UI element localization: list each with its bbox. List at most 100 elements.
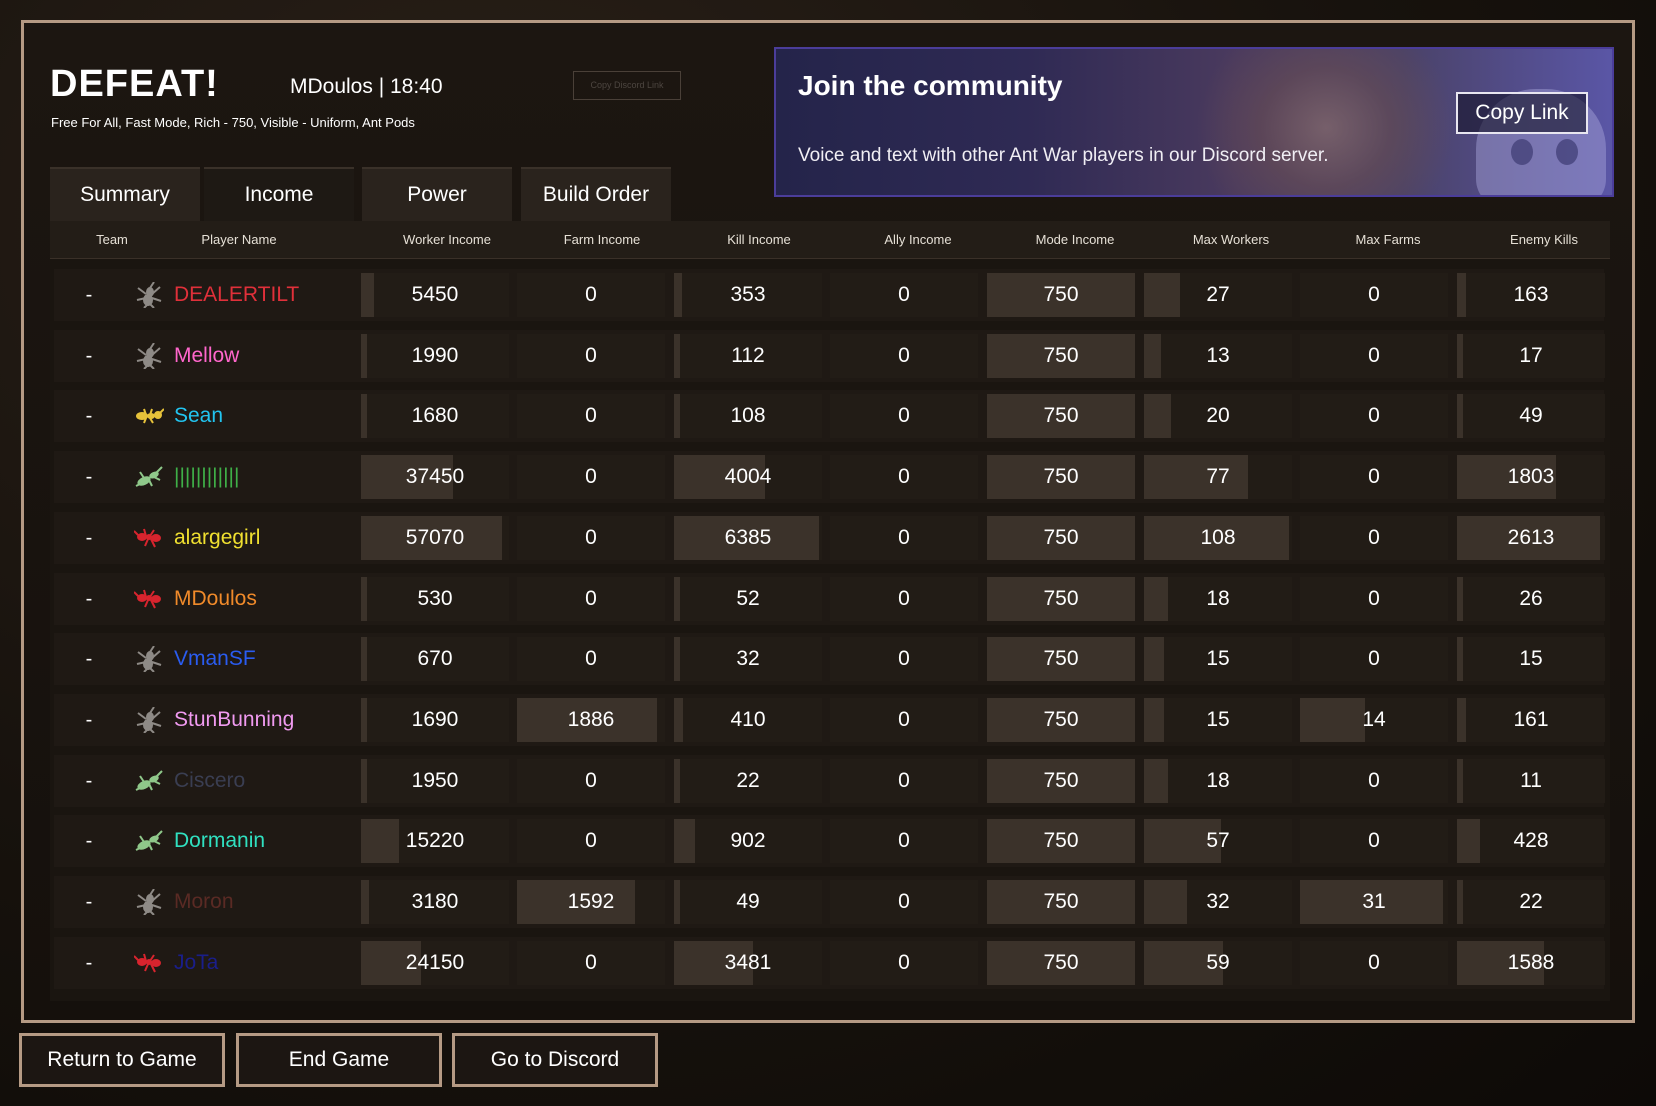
column-header-kill-income[interactable]: Kill Income — [679, 221, 839, 259]
value-text: 5450 — [411, 283, 459, 306]
banner-text: Voice and text with other Ant War player… — [798, 145, 1329, 166]
team-label: - — [85, 284, 93, 306]
value-text: 0 — [1368, 404, 1380, 428]
max-farms-cell: 0 — [1300, 819, 1448, 864]
team-label: - — [85, 587, 93, 610]
max-workers-cell: 27 — [1144, 273, 1292, 317]
value-text: 1592 — [567, 890, 615, 913]
value-text: 6385 — [724, 525, 772, 549]
table-row: - alargegirl 57070 0 6385 0 750 108 0 2613 — [54, 511, 1605, 564]
farm-income-cell: 0 — [517, 819, 665, 864]
enemy-kills-cell: 22 — [1457, 880, 1605, 924]
value-text: 49 — [736, 890, 760, 913]
mode-income-cell: 750 — [987, 819, 1135, 864]
value-text: 32 — [736, 647, 760, 671]
value-text: 1990 — [411, 343, 459, 367]
value-text: 0 — [898, 404, 910, 428]
value-text: 17 — [1519, 343, 1543, 367]
value-text: 37450 — [405, 465, 465, 489]
red-ant-icon — [133, 586, 164, 612]
value-text: 18 — [1206, 768, 1230, 792]
column-header-farm-income[interactable]: Farm Income — [522, 221, 682, 259]
column-header-max-workers[interactable]: Max Workers — [1151, 221, 1311, 259]
table-row: - Dormanin 15220 0 902 0 750 57 0 428 — [54, 815, 1605, 868]
value-text: 15 — [1206, 647, 1230, 671]
column-header-enemy-kills[interactable]: Enemy Kills — [1464, 221, 1624, 259]
value-text: 0 — [898, 829, 910, 853]
table-header: Team Player Name Worker Income Farm Income K… — [50, 221, 1610, 259]
value-text: 0 — [898, 343, 910, 367]
tab-build-order[interactable]: Build Order — [521, 167, 671, 221]
red-ant-icon — [133, 950, 164, 976]
player-name: DEALERTILT — [174, 283, 300, 306]
value-text: 22 — [736, 768, 760, 792]
value-text: 750 — [1043, 707, 1079, 731]
ally-income-cell: 0 — [830, 394, 978, 439]
copy-link-button[interactable]: Copy Link — [1456, 92, 1588, 134]
value-text: 0 — [585, 768, 597, 792]
yellow-ant-icon — [134, 403, 165, 429]
farm-income-cell: 1592 — [517, 880, 665, 924]
tab-income[interactable]: Income — [204, 167, 354, 221]
column-header-mode-income[interactable]: Mode Income — [995, 221, 1155, 259]
enemy-kills-cell: 163 — [1457, 273, 1605, 317]
team-label: - — [85, 405, 93, 428]
value-text: 353 — [730, 283, 766, 306]
column-header-ally-income[interactable]: Ally Income — [838, 221, 998, 259]
mode-income-cell: 750 — [987, 697, 1135, 742]
column-header-max-farms[interactable]: Max Farms — [1308, 221, 1468, 259]
value-text: 57070 — [405, 525, 465, 549]
value-text: 0 — [585, 829, 597, 853]
ally-income-cell: 0 — [830, 273, 978, 317]
game-settings: Free For All, Fast Mode, Rich - 750, Vis… — [51, 115, 415, 130]
max-workers-cell: 32 — [1144, 880, 1292, 924]
max-workers-cell: 108 — [1144, 515, 1292, 560]
value-text: 750 — [1043, 404, 1079, 428]
max-workers-cell: 57 — [1144, 819, 1292, 864]
copy-discord-link-button[interactable]: Copy Discord Link — [573, 71, 681, 100]
table-row: - |||||||||||| 37450 0 4004 0 750 77 0 1803 — [54, 451, 1605, 504]
farm-income-cell: 0 — [517, 940, 665, 985]
max-workers-cell: 15 — [1144, 697, 1292, 742]
go-to-discord-button[interactable]: Go to Discord — [452, 1033, 658, 1087]
value-text: 161 — [1513, 707, 1549, 731]
value-text: 0 — [898, 586, 910, 610]
max-farms-cell: 0 — [1300, 940, 1448, 985]
ally-income-cell: 0 — [830, 758, 978, 803]
value-text: 3180 — [411, 890, 459, 913]
value-text: 0 — [1368, 586, 1380, 610]
mode-income-cell: 750 — [987, 394, 1135, 439]
value-text: 0 — [898, 647, 910, 671]
value-text: 0 — [585, 647, 597, 671]
farm-income-cell: 1886 — [517, 697, 665, 742]
worker-income-cell: 1690 — [361, 697, 509, 742]
value-text: 2613 — [1507, 525, 1555, 549]
column-header-worker-income[interactable]: Worker Income — [367, 221, 527, 259]
worker-income-cell: 24150 — [361, 940, 509, 985]
green-ant-icon — [134, 828, 164, 854]
community-banner[interactable]: Join the community Voice and text with o… — [774, 47, 1614, 197]
return-to-game-button[interactable]: Return to Game — [19, 1033, 225, 1087]
value-text: 13 — [1206, 343, 1230, 367]
value-text: 15220 — [405, 829, 465, 853]
table-row: - StunBunning 1690 1886 410 0 750 15 14 161 — [54, 693, 1605, 746]
table-row: - DEALERTILT 5450 0 353 0 750 27 0 163 — [54, 269, 1605, 321]
enemy-kills-cell: 1588 — [1457, 940, 1605, 985]
tab-power[interactable]: Power — [362, 167, 512, 221]
kill-income-cell: 6385 — [674, 515, 822, 560]
column-header-player-name[interactable]: Player Name — [159, 221, 319, 259]
farm-income-cell: 0 — [517, 394, 665, 439]
income-table: Team Player Name Worker Income Farm Income K… — [50, 221, 1610, 1001]
enemy-kills-cell: 26 — [1457, 576, 1605, 621]
player-name: Moron — [174, 890, 234, 913]
ally-income-cell: 0 — [830, 515, 978, 560]
end-game-button[interactable]: End Game — [236, 1033, 442, 1087]
tab-summary[interactable]: Summary — [50, 167, 200, 221]
max-farms-cell: 14 — [1300, 697, 1448, 742]
green-ant-icon — [134, 768, 164, 794]
value-text: 0 — [585, 465, 597, 489]
value-text: 18 — [1206, 586, 1230, 610]
max-farms-cell: 0 — [1300, 576, 1448, 621]
value-text: 1680 — [411, 404, 459, 428]
mode-income-cell: 750 — [987, 333, 1135, 378]
